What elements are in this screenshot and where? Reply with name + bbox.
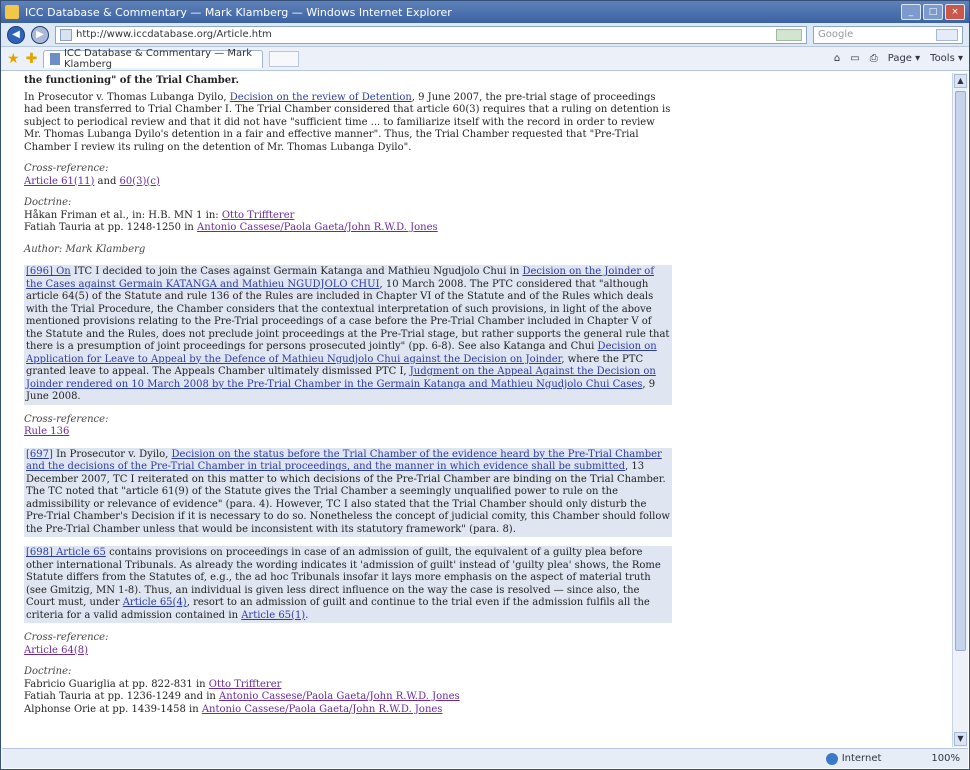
anchor-link[interactable]: [697] bbox=[26, 449, 53, 460]
tab-active[interactable]: ICC Database & Commentary — Mark Klamber… bbox=[43, 48, 264, 70]
scroll-thumb[interactable] bbox=[955, 91, 966, 651]
cross-reference-label: Cross-reference: bbox=[24, 413, 109, 425]
close-button[interactable]: × bbox=[945, 4, 965, 20]
vertical-scrollbar[interactable]: ▲ ▼ bbox=[952, 73, 968, 747]
title-bar: ICC Database & Commentary — Mark Klamber… bbox=[1, 1, 969, 23]
section-heading: the functioning" of the Trial Chamber. bbox=[24, 75, 239, 86]
link[interactable]: Antonio Cassese/Paola Gaeta/John R.W.D. … bbox=[197, 222, 438, 233]
paragraph: [696] On ITC I decided to join the Cases… bbox=[24, 265, 672, 405]
back-button[interactable]: ◀ bbox=[7, 25, 25, 44]
add-favorites-icon[interactable]: ✚ bbox=[26, 51, 38, 67]
link[interactable]: Article 64(8) bbox=[24, 645, 88, 656]
doctrine: Doctrine: Fabricio Guariglia at pp. 822-… bbox=[24, 666, 460, 715]
link[interactable]: 60(3)(c) bbox=[120, 176, 160, 187]
paragraph: In Prosecutor v. Thomas Lubanga Dyilo, D… bbox=[24, 91, 671, 153]
search-placeholder[interactable]: Google bbox=[818, 29, 853, 40]
zoom-level[interactable]: 100% bbox=[931, 753, 960, 764]
anchor-link[interactable]: [698] Article 65 bbox=[26, 547, 106, 558]
link[interactable]: Otto Triffterer bbox=[209, 679, 282, 690]
favorites-star-icon[interactable]: ★ bbox=[7, 51, 20, 67]
refresh-stop-buttons[interactable] bbox=[776, 28, 802, 41]
search-icon[interactable] bbox=[936, 28, 958, 41]
cross-reference: Cross-reference: Rule 136 bbox=[24, 414, 672, 439]
paragraph: [698] Article 65 contains provisions on … bbox=[24, 546, 672, 623]
link[interactable]: Rule 136 bbox=[24, 426, 69, 437]
address-bar-row: ◀ ▶ http://www.iccdatabase.org/Article.h… bbox=[1, 23, 969, 47]
scroll-down-icon[interactable]: ▼ bbox=[954, 732, 967, 746]
link[interactable]: Article 61(11) bbox=[24, 176, 94, 187]
forward-button[interactable]: ▶ bbox=[31, 25, 49, 44]
url-text[interactable]: http://www.iccdatabase.org/Article.htm bbox=[76, 29, 772, 40]
page-content: the functioning" of the Trial Chamber. I… bbox=[2, 73, 951, 747]
search-box[interactable]: Google bbox=[813, 25, 963, 44]
cross-reference-label: Cross-reference: bbox=[24, 163, 109, 174]
link[interactable]: Article 65(1) bbox=[241, 610, 305, 621]
link[interactable]: Article 65(4) bbox=[123, 597, 187, 608]
doctrine: Doctrine: Håkan Friman et al., in: H.B. … bbox=[24, 197, 438, 233]
document-body: the functioning" of the Trial Chamber. I… bbox=[2, 73, 672, 716]
maximize-button[interactable]: □ bbox=[923, 4, 943, 20]
globe-icon bbox=[825, 752, 838, 765]
tab-page-icon bbox=[50, 53, 60, 65]
doctrine-label: Doctrine: bbox=[24, 197, 72, 208]
page-icon bbox=[60, 28, 72, 41]
link[interactable]: Decision on the review of Detention bbox=[230, 92, 412, 103]
author-line: Author: Mark Klamberg bbox=[24, 243, 146, 255]
link[interactable]: Antonio Cassese/Paola Gaeta/John R.W.D. … bbox=[202, 704, 443, 715]
cross-reference: Cross-reference: Article 64(8) bbox=[24, 632, 672, 657]
anchor-link[interactable]: [696] On bbox=[26, 266, 71, 277]
link[interactable]: Antonio Cassese/Paola Gaeta/John R.W.D. … bbox=[219, 691, 460, 702]
cross-reference-label: Cross-reference: bbox=[24, 632, 109, 643]
command-bar: ⌂ ▭ ⎙ Page ▾ Tools ▾ bbox=[834, 53, 963, 64]
link[interactable]: Otto Triffterer bbox=[222, 210, 295, 221]
page-menu[interactable]: Page ▾ bbox=[888, 53, 920, 64]
ie-logo-icon bbox=[5, 5, 19, 19]
tab-title: ICC Database & Commentary — Mark Klamber… bbox=[63, 48, 253, 70]
feeds-icon[interactable]: ▭ bbox=[850, 53, 859, 64]
home-icon[interactable]: ⌂ bbox=[834, 53, 840, 64]
cross-reference: Cross-reference: Article 61(11) and 60(3… bbox=[24, 163, 160, 187]
address-field[interactable]: http://www.iccdatabase.org/Article.htm bbox=[55, 25, 807, 44]
tab-bar: ★ ✚ ICC Database & Commentary — Mark Kla… bbox=[1, 47, 969, 71]
paragraph: [697] In Prosecutor v. Dyilo, Decision o… bbox=[24, 447, 672, 537]
status-bar: Internet 100% bbox=[2, 748, 968, 768]
browser-window: ICC Database & Commentary — Mark Klamber… bbox=[0, 0, 970, 770]
security-zone[interactable]: Internet bbox=[825, 752, 881, 765]
tools-menu[interactable]: Tools ▾ bbox=[930, 53, 963, 64]
window-title: ICC Database & Commentary — Mark Klamber… bbox=[25, 5, 452, 19]
scroll-up-icon[interactable]: ▲ bbox=[954, 74, 967, 88]
minimize-button[interactable]: _ bbox=[901, 4, 921, 20]
print-icon[interactable]: ⎙ bbox=[870, 53, 878, 64]
new-tab-button[interactable] bbox=[269, 50, 300, 67]
doctrine-label: Doctrine: bbox=[24, 666, 72, 677]
